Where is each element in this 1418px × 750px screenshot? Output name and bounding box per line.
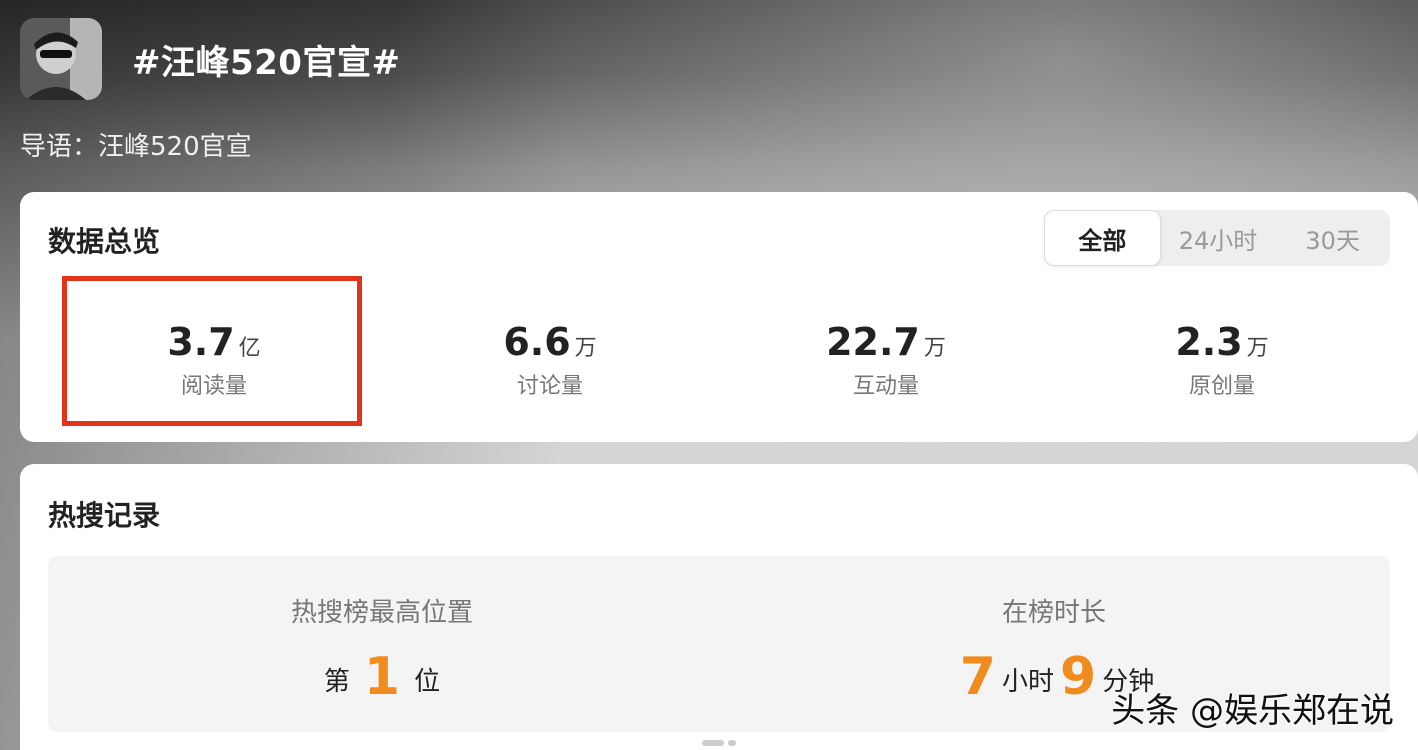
stat-value: 6.6 [503, 320, 571, 364]
duration-label: 在榜时长 [1001, 598, 1106, 628]
stat-interaction-count: 22.7 万 互动量 [776, 320, 996, 400]
stat-original-count: 2.3 万 原创量 [1112, 320, 1332, 400]
stat-value: 2.3 [1175, 320, 1243, 364]
stat-value: 22.7 [826, 320, 920, 364]
peak-position-value: 第1位 [182, 647, 582, 707]
stat-read-count: 3.7 亿 阅读量 [104, 320, 324, 400]
duration-hours-unit: 小时 [1001, 667, 1054, 697]
topic-title: #汪峰520官宣# [132, 42, 401, 83]
stat-label: 互动量 [852, 374, 919, 399]
stats-row: 3.7 亿 阅读量 6.6 万 讨论量 22.7 万 互动量 2.3 万 原创量 [20, 320, 1418, 410]
peak-suffix: 位 [414, 667, 441, 697]
tab-24h[interactable]: 24小时 [1161, 210, 1276, 266]
stat-label: 阅读量 [180, 374, 247, 399]
peak-position: 热搜榜最高位置 第1位 [182, 592, 582, 707]
stat-label: 原创量 [1188, 374, 1255, 399]
data-overview-card: 数据总览 全部 24小时 30天 3.7 亿 阅读量 6.6 万 讨论量 22.7 万… [20, 192, 1418, 442]
tab-all[interactable]: 全部 [1044, 210, 1161, 266]
avatar-image-icon [20, 18, 102, 100]
peak-position-label: 热搜榜最高位置 [290, 598, 473, 628]
time-range-tabs: 全部 24小时 30天 [1044, 210, 1390, 266]
peak-prefix: 第 [323, 667, 350, 697]
stat-discussion-count: 6.6 万 讨论量 [440, 320, 660, 400]
tab-30d[interactable]: 30天 [1275, 210, 1390, 266]
peak-rank: 1 [363, 647, 401, 707]
stat-unit: 万 [574, 336, 597, 361]
stat-label: 讨论量 [516, 374, 583, 399]
stat-unit: 万 [1246, 336, 1269, 361]
stat-value: 3.7 [167, 320, 235, 364]
watermark: 头条 @娱乐郑在说 [1111, 691, 1394, 731]
stat-unit: 万 [923, 336, 946, 361]
hot-search-title: 热搜记录 [48, 499, 161, 532]
stat-unit: 亿 [238, 336, 261, 361]
duration-minutes: 9 [1060, 647, 1097, 707]
page-dot [728, 740, 736, 746]
avatar[interactable] [20, 18, 102, 100]
duration-hours: 7 [959, 647, 996, 707]
overview-title: 数据总览 [48, 225, 161, 258]
topic-header: #汪峰520官宣# [20, 18, 400, 100]
page-dot-active [702, 740, 724, 746]
topic-intro: 导语：汪峰520官宣 [20, 132, 252, 162]
page-indicator [702, 740, 736, 746]
